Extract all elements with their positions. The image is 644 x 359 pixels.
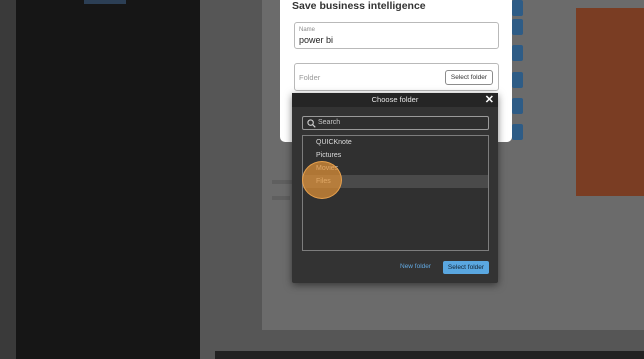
background-blue-button [512,19,523,35]
background-bottom-bar [215,351,644,359]
background-text-line [272,196,290,200]
new-folder-link[interactable]: New folder [400,263,431,270]
background-blue-button [512,72,523,88]
search-icon [307,119,316,128]
background-sidebar-highlight [84,0,126,4]
dialog-title: Save business intelligence [292,0,426,12]
folder-field-label: Folder [299,73,321,82]
name-field-label: Name [299,27,316,33]
background-blue-button [512,98,523,114]
name-field-value[interactable]: power bi [299,35,333,45]
folder-item-quicknote[interactable]: QUICKnote [303,136,488,149]
folder-item-pictures[interactable]: Pictures [303,149,488,162]
background-blue-button [512,0,523,16]
background-blue-button [512,124,523,140]
name-field[interactable]: Name power bi [294,22,499,49]
select-folder-button[interactable]: Select folder [444,70,493,85]
background-text-line [272,180,294,184]
modal-title: Choose folder [371,95,419,104]
modal-header: Choose folder ✕ [292,93,498,107]
close-icon[interactable]: ✕ [485,93,494,107]
background-blue-button [512,45,523,61]
search-placeholder: Search [318,119,341,126]
background-edge [0,0,16,359]
background-orange-panel [576,8,644,196]
folder-field: Folder Select folder [294,63,499,91]
select-folder-confirm-button[interactable]: Select folder [443,261,489,274]
background-sidebar [16,0,200,359]
search-input[interactable]: Search [302,116,489,130]
click-indicator [302,161,342,199]
